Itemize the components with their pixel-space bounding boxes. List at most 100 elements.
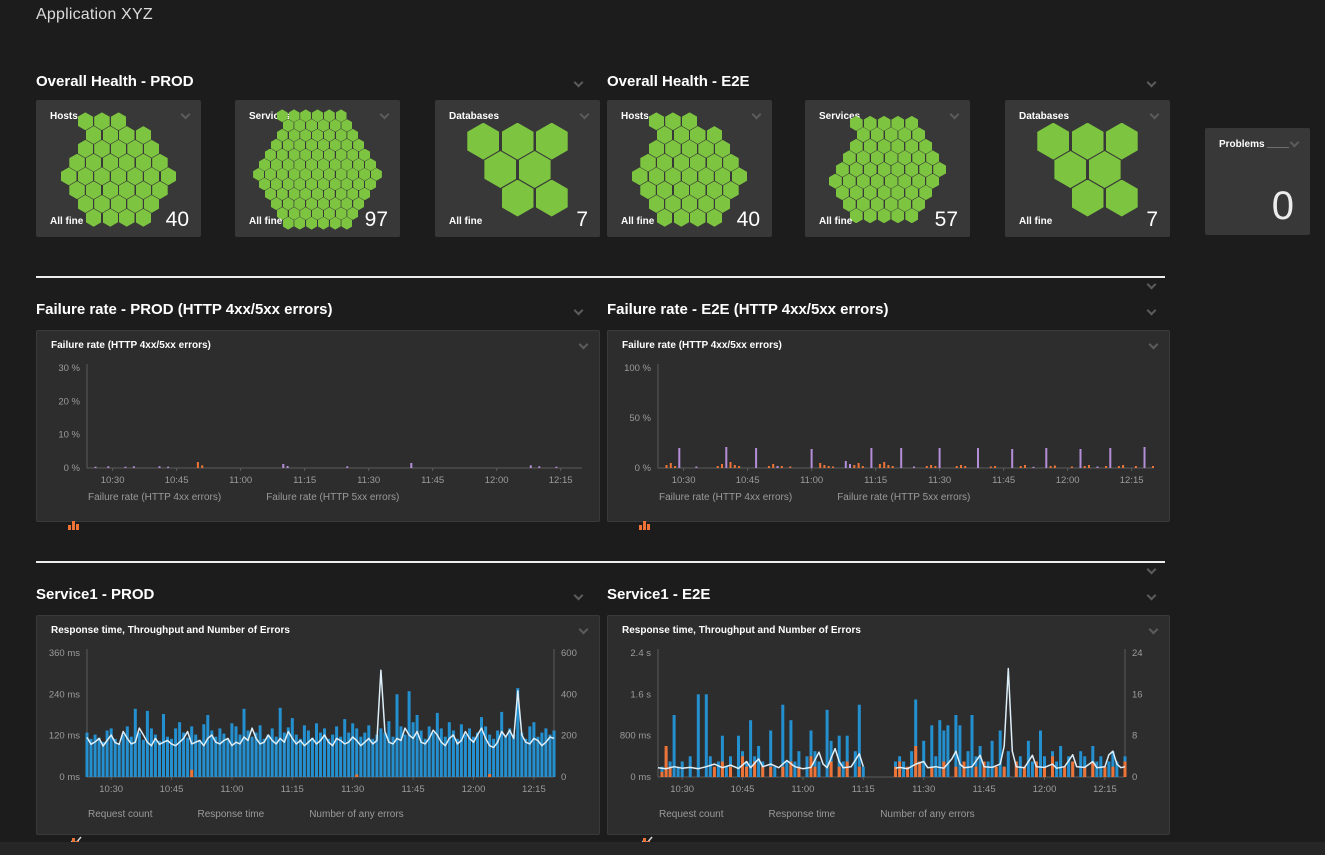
chevron-down-icon[interactable]: [1149, 340, 1159, 350]
legend-label: Request count: [88, 809, 153, 820]
svg-text:10:30: 10:30: [101, 475, 125, 486]
sparkline-placeholder: [1267, 147, 1289, 148]
legend-item[interactable]: Failure rate (HTTP 4xx errors): [67, 491, 221, 503]
bar-chart-icon: [638, 808, 653, 820]
chevron-down-icon[interactable]: [574, 78, 584, 88]
svg-text:11:45: 11:45: [402, 784, 425, 795]
tile-count: 97: [365, 208, 388, 232]
section-header-failure-prod: Failure rate - PROD (HTTP 4xx/5xx errors…: [36, 301, 333, 318]
tile-label: Hosts: [50, 111, 78, 122]
legend-item[interactable]: Number of any errors: [859, 808, 974, 820]
svg-text:100 %: 100 %: [624, 363, 651, 374]
svg-text:800 ms: 800 ms: [620, 731, 651, 742]
legend-item[interactable]: Request count: [638, 808, 724, 820]
honeycomb: [44, 124, 193, 215]
svg-text:11:15: 11:15: [293, 475, 316, 486]
health-tile-services-e2e[interactable]: Services All fine 57: [805, 100, 970, 237]
legend-item[interactable]: Request count: [67, 808, 153, 820]
chevron-down-icon[interactable]: [752, 110, 762, 120]
svg-text:11:00: 11:00: [791, 784, 814, 795]
chevron-down-icon[interactable]: [1147, 591, 1157, 601]
bar-chart-icon: [859, 808, 874, 820]
legend-item[interactable]: Response time: [177, 808, 265, 820]
legend-label: Request count: [659, 809, 724, 820]
svg-text:30 %: 30 %: [58, 363, 80, 374]
svg-text:120 ms: 120 ms: [49, 731, 80, 742]
health-tile-databases-prod[interactable]: Databases All fine 7: [435, 100, 600, 237]
failure-rate-prod-tile[interactable]: Failure rate (HTTP 4xx/5xx errors) 30 %2…: [36, 330, 600, 522]
chevron-down-icon[interactable]: [579, 625, 589, 635]
svg-text:50 %: 50 %: [629, 413, 651, 424]
svg-text:10:45: 10:45: [165, 475, 189, 486]
svg-text:20 %: 20 %: [58, 396, 80, 407]
failure-rate-prod-chart[interactable]: 30 % 20 % 10 % 0 % 10:30 10:45 11:00 11:15 11:30…: [38, 359, 598, 487]
svg-text:12:00: 12:00: [462, 784, 486, 795]
chevron-down-icon[interactable]: [1290, 138, 1300, 148]
svg-text:12:15: 12:15: [1120, 475, 1144, 486]
chevron-down-icon[interactable]: [1150, 110, 1160, 120]
svg-text:10:45: 10:45: [736, 475, 760, 486]
chart-title: Response time, Throughput and Number of …: [51, 625, 290, 636]
tile-label: Databases: [449, 111, 499, 122]
bar-chart-icon: [67, 808, 82, 820]
section-header-overall-health-prod: Overall Health - PROD: [36, 73, 194, 90]
legend-item[interactable]: Failure rate (HTTP 5xx errors): [816, 491, 970, 503]
service1-prod-chart[interactable]: 360 ms240 ms120 ms0 ms600400200010:3010:…: [38, 644, 598, 796]
legend-item[interactable]: Response time: [748, 808, 836, 820]
chevron-down-icon[interactable]: [1149, 625, 1159, 635]
chevron-down-icon[interactable]: [380, 110, 390, 120]
tile-label: Databases: [1019, 111, 1069, 122]
chevron-down-icon[interactable]: [1147, 280, 1157, 290]
tile-status: All fine: [449, 216, 482, 227]
legend-item[interactable]: Failure rate (HTTP 5xx errors): [245, 491, 399, 503]
svg-text:11:30: 11:30: [357, 475, 380, 486]
failure-rate-e2e-chart[interactable]: 100 %50 %0 %10:3010:4511:0011:1511:3011:…: [609, 359, 1169, 487]
dashboard: Application XYZ Overall Health - PROD Ov…: [0, 0, 1325, 855]
svg-text:0 ms: 0 ms: [59, 772, 80, 783]
chevron-down-icon[interactable]: [950, 110, 960, 120]
legend-label: Failure rate (HTTP 4xx errors): [659, 492, 792, 503]
tile-label: Problems: [1219, 139, 1265, 150]
legend-label: Response time: [769, 809, 836, 820]
line-chart-icon: [748, 808, 763, 820]
chart-title: Failure rate (HTTP 4xx/5xx errors): [622, 340, 782, 351]
section-header-failure-e2e: Failure rate - E2E (HTTP 4xx/5xx errors): [607, 301, 889, 318]
chevron-down-icon[interactable]: [1147, 565, 1157, 575]
legend-label: Failure rate (HTTP 4xx errors): [88, 492, 221, 503]
svg-text:10:45: 10:45: [731, 784, 755, 795]
chevron-down-icon[interactable]: [574, 591, 584, 601]
bar-chart-icon: [288, 808, 303, 820]
health-tile-hosts-e2e[interactable]: Hosts All fine 40: [607, 100, 772, 237]
svg-text:24: 24: [1132, 648, 1143, 659]
svg-text:2.4 s: 2.4 s: [630, 648, 651, 659]
service1-e2e-tile[interactable]: Response time, Throughput and Number of …: [607, 615, 1170, 835]
svg-text:11:15: 11:15: [852, 784, 875, 795]
chevron-down-icon[interactable]: [579, 340, 589, 350]
svg-text:0 ms: 0 ms: [630, 772, 651, 783]
chevron-down-icon[interactable]: [1147, 78, 1157, 88]
problems-count: 0: [1272, 184, 1294, 229]
problems-tile[interactable]: Problems 0: [1205, 128, 1310, 235]
chevron-down-icon[interactable]: [181, 110, 191, 120]
health-tile-hosts-prod[interactable]: Hosts All fine 40: [36, 100, 201, 237]
svg-text:11:15: 11:15: [864, 475, 887, 486]
bar-chart-icon: [816, 491, 831, 503]
svg-text:10 %: 10 %: [58, 430, 80, 441]
chevron-down-icon[interactable]: [574, 306, 584, 316]
health-tile-databases-e2e[interactable]: Databases All fine 7: [1005, 100, 1170, 237]
health-tile-services-prod[interactable]: Services All fine 97: [235, 100, 400, 237]
svg-text:12:00: 12:00: [485, 475, 509, 486]
svg-text:11:30: 11:30: [928, 475, 951, 486]
svg-text:11:00: 11:00: [229, 475, 252, 486]
section-header-service1-e2e: Service1 - E2E: [607, 586, 710, 603]
section-divider: [36, 561, 1165, 563]
chevron-down-icon[interactable]: [1147, 306, 1157, 316]
section-header-overall-health-e2e: Overall Health - E2E: [607, 73, 750, 90]
legend-item[interactable]: Failure rate (HTTP 4xx errors): [638, 491, 792, 503]
failure-rate-e2e-tile[interactable]: Failure rate (HTTP 4xx/5xx errors) 100 %…: [607, 330, 1170, 522]
legend-item[interactable]: Number of any errors: [288, 808, 403, 820]
service1-prod-tile[interactable]: Response time, Throughput and Number of …: [36, 615, 600, 835]
chevron-down-icon[interactable]: [580, 110, 590, 120]
service1-e2e-chart[interactable]: 2.4 s1.6 s800 ms0 ms24168010:3010:4511:0…: [609, 644, 1169, 796]
svg-text:0 %: 0 %: [64, 463, 81, 474]
